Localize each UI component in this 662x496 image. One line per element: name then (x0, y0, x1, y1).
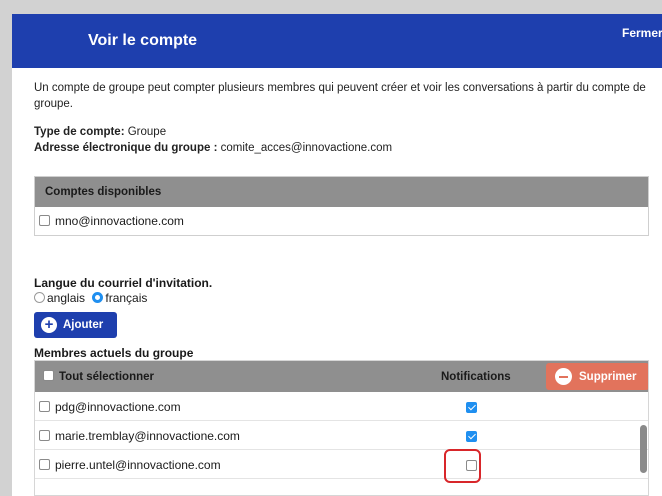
current-members-title: Membres actuels du groupe (34, 346, 194, 360)
table-row: pdg@innovactione.com (35, 392, 648, 421)
plus-circle-icon: + (41, 317, 57, 333)
available-account-checkbox[interactable] (39, 215, 50, 226)
delete-button-label: Supprimer (579, 371, 637, 383)
member-checkbox[interactable] (39, 401, 50, 412)
member-select[interactable]: pdg@innovactione.com (39, 400, 181, 414)
account-type-line: Type de compte: Groupe (34, 126, 166, 138)
radio-francais[interactable] (92, 292, 104, 303)
dialog-title: Voir le compte (88, 32, 198, 49)
available-accounts-table: Comptes disponibles mno@innovactione.com (34, 176, 649, 236)
delete-button[interactable]: Supprimer (546, 363, 648, 390)
select-all[interactable]: Tout sélectionner (43, 370, 154, 383)
table-row: marie.tremblay@innovactione.com (35, 421, 648, 450)
notification-toggle[interactable] (466, 401, 477, 415)
available-accounts-header: Comptes disponibles (35, 177, 648, 207)
account-type-label: Type de compte: (34, 126, 125, 138)
highlight-annotation (444, 449, 481, 483)
minus-circle-icon (555, 368, 572, 385)
members-table: Tout sélectionner Notifications Supprime… (34, 360, 649, 496)
notification-checkbox[interactable] (466, 431, 477, 442)
table-row: pierre.untel@innovactione.com (35, 450, 648, 479)
member-email: pdg@innovactione.com (55, 400, 181, 414)
radio-anglais[interactable] (34, 292, 45, 303)
group-email-line: Adresse électronique du groupe : comite_… (34, 142, 392, 154)
members-scrollbar[interactable] (640, 395, 647, 493)
scrollbar-thumb[interactable] (640, 425, 647, 473)
member-email: pierre.untel@innovactione.com (55, 458, 221, 472)
member-email: marie.tremblay@innovactione.com (55, 429, 240, 443)
invitation-language-title: Langue du courriel d'invitation. (34, 276, 213, 290)
select-all-checkbox[interactable] (43, 370, 54, 381)
members-table-header: Tout sélectionner Notifications Supprime… (35, 361, 648, 392)
notifications-header: Notifications (441, 371, 511, 383)
add-button[interactable]: + Ajouter (34, 312, 117, 338)
notification-toggle[interactable] (466, 430, 477, 444)
view-account-dialog: Voir le compte Fermer Un compte de group… (12, 14, 662, 496)
add-button-label: Ajouter (63, 319, 104, 331)
member-select[interactable]: pierre.untel@innovactione.com (39, 458, 221, 472)
dialog-header: Voir le compte Fermer (12, 14, 662, 68)
list-item[interactable]: mno@innovactione.com (35, 207, 648, 236)
member-checkbox[interactable] (39, 430, 50, 441)
notification-checkbox[interactable] (466, 402, 477, 413)
available-account-email: mno@innovactione.com (55, 214, 184, 228)
member-select[interactable]: marie.tremblay@innovactione.com (39, 429, 240, 443)
radio-francais-label[interactable]: français (105, 291, 147, 305)
group-email-label: Adresse électronique du groupe : (34, 142, 218, 154)
member-checkbox[interactable] (39, 459, 50, 470)
select-all-label: Tout sélectionner (59, 371, 154, 383)
language-options: anglais français (34, 291, 147, 305)
radio-anglais-label[interactable]: anglais (47, 291, 85, 305)
close-button[interactable]: Fermer (622, 26, 662, 40)
group-email-value: comite_acces@innovactione.com (220, 142, 393, 154)
description-text: Un compte de groupe peut compter plusieu… (34, 82, 646, 110)
account-type-value: Groupe (127, 126, 167, 138)
